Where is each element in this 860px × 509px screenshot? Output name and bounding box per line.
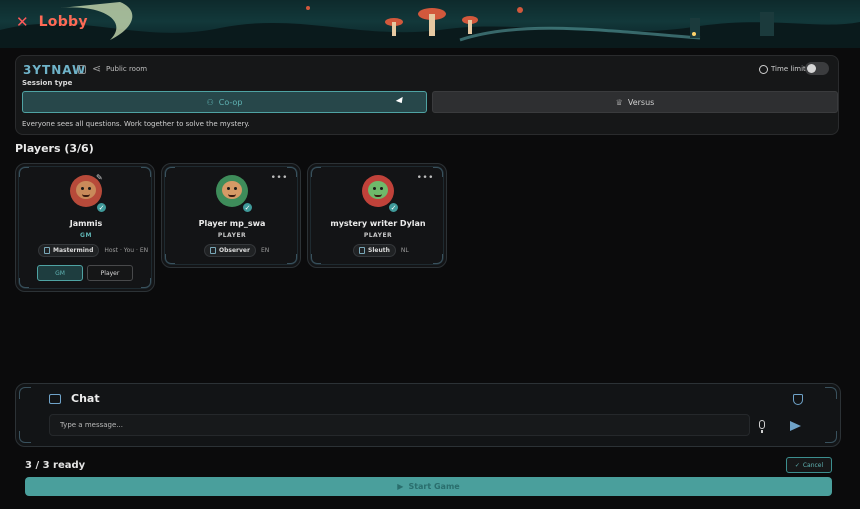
badge-icon [359, 247, 365, 254]
persona-label: Sleuth [368, 247, 390, 254]
player-tags: Mastermind Host · You · EN [38, 244, 148, 257]
edit-icon[interactable]: ✎ [96, 173, 106, 183]
start-game-label: Start Game [408, 482, 460, 491]
more-options-icon[interactable]: ••• [417, 173, 434, 183]
header-banner: ✕ Lobby [0, 0, 860, 48]
room-settings-panel: 3YTNAW ⋖ Public room Time limit Session … [15, 55, 839, 135]
player-role: PLAYER [217, 232, 247, 239]
mode-versus-label: Versus [627, 97, 655, 107]
mode-coop-label: Co-op [218, 97, 243, 107]
players-heading: Players (3/6) [15, 142, 94, 155]
cancel-label: Cancel [802, 461, 824, 469]
mode-description: Everyone sees all questions. Work togeth… [22, 120, 250, 128]
people-icon: ⚇ [206, 97, 214, 107]
persona-badge: Mastermind [38, 244, 100, 257]
send-icon[interactable] [790, 421, 801, 431]
ready-check-icon: ✓ [388, 202, 399, 213]
persona-badge: Observer [204, 244, 256, 257]
cancel-button[interactable]: ✓ Cancel [786, 457, 832, 473]
player-name: Jammis [69, 219, 103, 228]
persona-label: Mastermind [53, 247, 94, 254]
microphone-icon[interactable] [759, 420, 765, 429]
badge-icon [44, 247, 50, 254]
mode-versus-button[interactable]: ♕ Versus [432, 91, 838, 113]
player-meta: EN [260, 247, 270, 254]
role-switch: GM Player [37, 265, 133, 281]
player-card: ••• ✓ mystery writer Dylan PLAYER Sleuth… [307, 163, 447, 268]
microphone-stem [761, 430, 763, 433]
trophy-icon: ♕ [615, 97, 623, 107]
player-tags: Sleuth NL [353, 244, 409, 257]
shield-icon[interactable] [793, 394, 803, 405]
clock-icon [759, 65, 768, 74]
page-title: Lobby [38, 14, 88, 30]
persona-label: Observer [219, 247, 250, 254]
role-player-button[interactable]: Player [87, 265, 133, 281]
ready-check-icon: ✓ [96, 202, 107, 213]
chat-title: Chat [71, 392, 100, 405]
copy-icon[interactable] [78, 65, 86, 74]
share-icon[interactable]: ⋖ [92, 62, 101, 75]
role-gm-button[interactable]: GM [37, 265, 83, 281]
player-name: Player mp_swa [198, 219, 266, 228]
time-limit-toggle[interactable] [805, 62, 829, 75]
start-game-button[interactable]: ▶ Start Game [25, 477, 832, 496]
player-role: PLAYER [363, 232, 393, 239]
player-card: ••• ✓ Player mp_swa PLAYER Observer EN [161, 163, 301, 268]
player-card: ✎ ✓ Jammis GM Mastermind Host · You · EN… [15, 163, 155, 292]
player-name: mystery writer Dylan [330, 219, 426, 228]
player-meta: Host · You · EN [104, 247, 149, 254]
time-limit-label: Time limit [771, 65, 806, 73]
chat-message-input[interactable] [49, 414, 750, 436]
more-options-icon[interactable]: ••• [271, 173, 288, 183]
ready-status: 3 / 3 ready [25, 460, 86, 471]
close-icon[interactable]: ✕ [16, 14, 29, 30]
ready-check-icon: ✓ [242, 202, 253, 213]
banner-illustration [0, 2, 860, 48]
chat-bubble-icon [49, 394, 61, 404]
player-tags: Observer EN [204, 244, 269, 257]
title-group: ✕ Lobby [16, 14, 88, 30]
play-icon: ▶ [397, 482, 404, 491]
player-meta: NL [400, 247, 409, 254]
check-icon: ✓ [794, 461, 800, 469]
room-visibility: Public room [106, 65, 148, 73]
persona-badge: Sleuth [353, 244, 396, 257]
toggle-knob [807, 64, 816, 73]
mode-coop-button[interactable]: ⚇ Co-op [22, 91, 427, 113]
room-code: 3YTNAW [23, 63, 87, 77]
badge-icon [210, 247, 216, 254]
player-role: GM [80, 232, 92, 239]
chat-panel: Chat [15, 383, 841, 447]
session-type-label: Session type [22, 79, 73, 87]
